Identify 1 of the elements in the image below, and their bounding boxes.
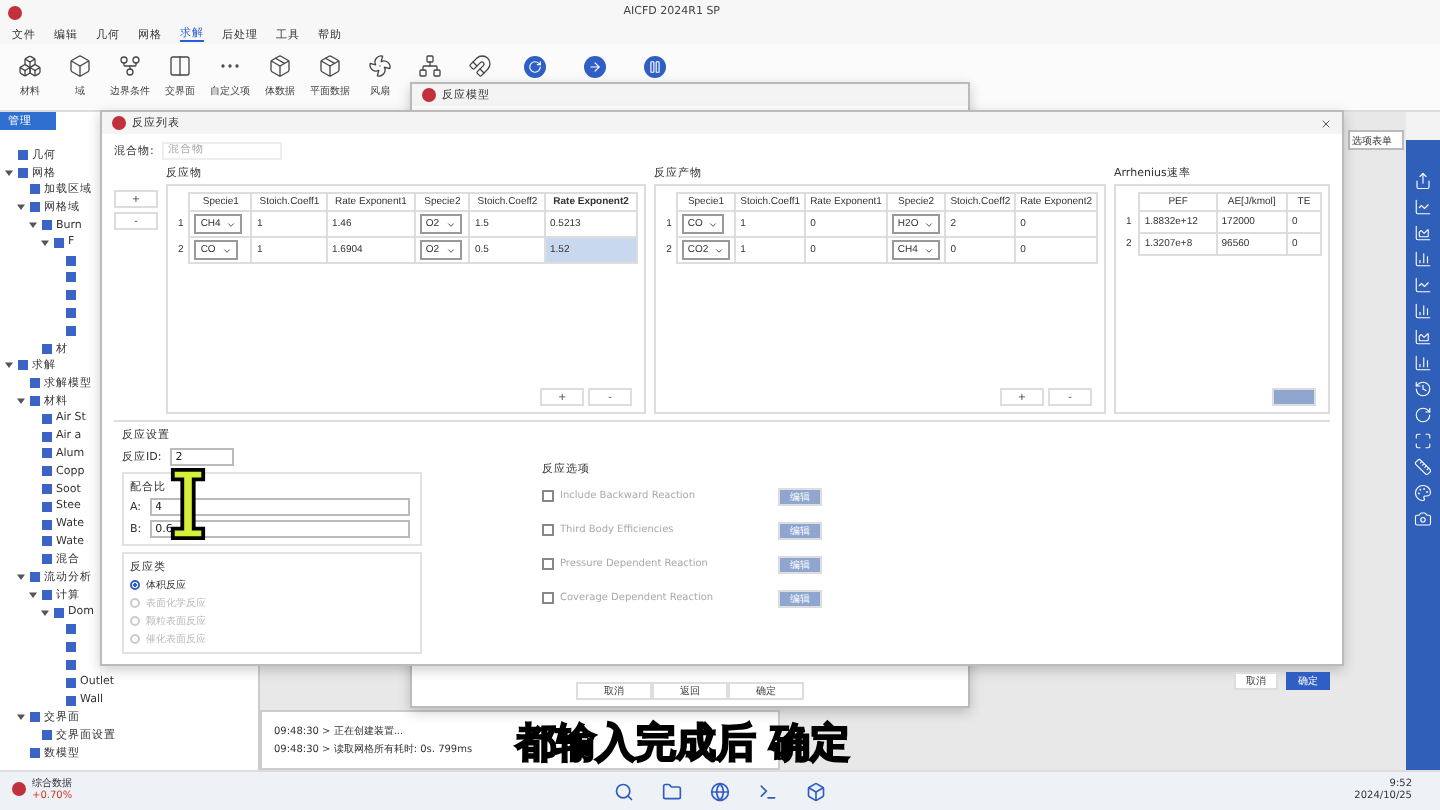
- subtitle-caption: 都输入完成后 确定: [516, 716, 850, 770]
